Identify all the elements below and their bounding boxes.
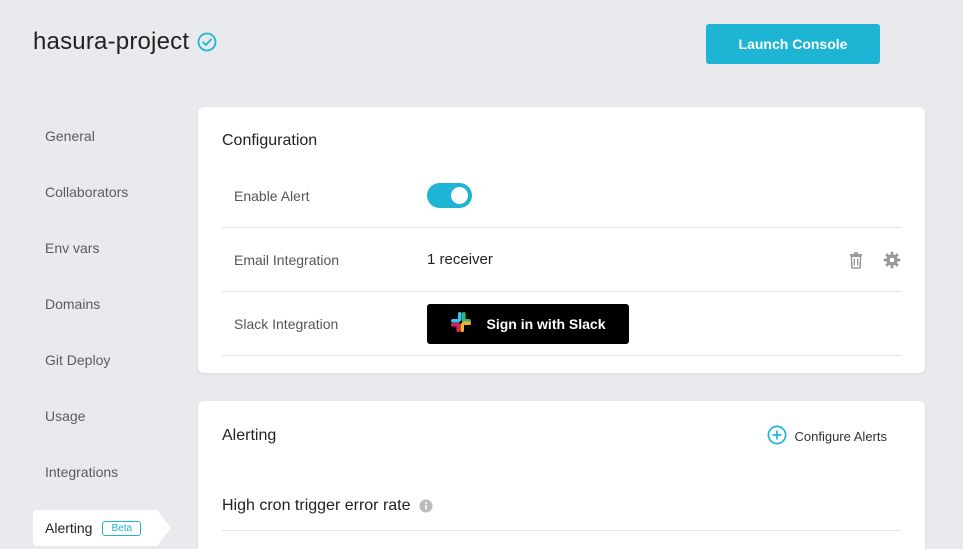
sidebar-item-integrations[interactable]: Integrations [33,444,173,500]
configure-alerts-label: Configure Alerts [794,429,888,444]
slack-icon [450,311,472,336]
sidebar-item-domains[interactable]: Domains [33,276,173,332]
sidebar-item-label: Collaborators [45,184,129,200]
gear-icon[interactable] [883,251,901,269]
trash-icon[interactable] [847,251,865,269]
launch-console-button[interactable]: Launch Console [706,24,880,64]
enable-alert-row: Enable Alert [222,164,901,228]
email-integration-row: Email Integration 1 receiver [222,228,901,292]
sidebar-item-alerting[interactable]: Alerting Beta [33,510,171,546]
project-header: hasura-project [33,28,217,56]
email-actions [847,251,901,269]
sidebar-item-label: Git Deploy [45,352,111,368]
sidebar-item-label: Domains [45,296,101,312]
sidebar-item-collaborators[interactable]: Collaborators [33,164,173,220]
sidebar-item-label: Usage [45,408,86,424]
alert-item[interactable]: High cron trigger error rate [222,481,901,531]
sidebar-item-usage[interactable]: Usage [33,388,173,444]
configuration-title: Configuration [222,132,318,149]
enable-alert-label: Enable Alert [234,187,310,204]
sidebar: General Collaborators Env vars Domains G… [33,108,173,546]
sidebar-item-general[interactable]: General [33,108,173,164]
configuration-card: Configuration Enable Alert Email Integra… [198,107,925,373]
slack-button-label: Sign in with Slack [486,315,606,332]
sidebar-item-label: General [45,128,95,144]
beta-badge: Beta [102,520,142,536]
configure-alerts-button[interactable]: Configure Alerts [767,425,888,448]
sidebar-item-git-deploy[interactable]: Git Deploy [33,332,173,388]
sidebar-item-label: Env vars [45,240,100,256]
email-integration-label: Email Integration [234,251,340,268]
slack-integration-label: Slack Integration [234,315,339,332]
sidebar-item-env-vars[interactable]: Env vars [33,220,173,276]
check-circle-icon [197,32,217,52]
alerting-title: Alerting [222,427,277,444]
info-icon[interactable] [419,499,433,513]
alerting-card: Alerting Configure Alerts High cron trig… [198,401,925,549]
sidebar-item-label: Alerting [45,520,93,536]
toggle-knob [451,187,468,204]
plus-circle-icon [767,425,787,448]
sign-in-with-slack-button[interactable]: Sign in with Slack [427,303,629,344]
receiver-count: 1 receiver [427,251,493,268]
slack-integration-row: Slack Integration Sign in with Slack [222,292,901,356]
project-title: hasura-project [33,28,190,55]
sidebar-item-label: Integrations [45,464,119,480]
enable-alert-toggle[interactable] [427,183,472,208]
alert-item-label: High cron trigger error rate [222,496,411,514]
